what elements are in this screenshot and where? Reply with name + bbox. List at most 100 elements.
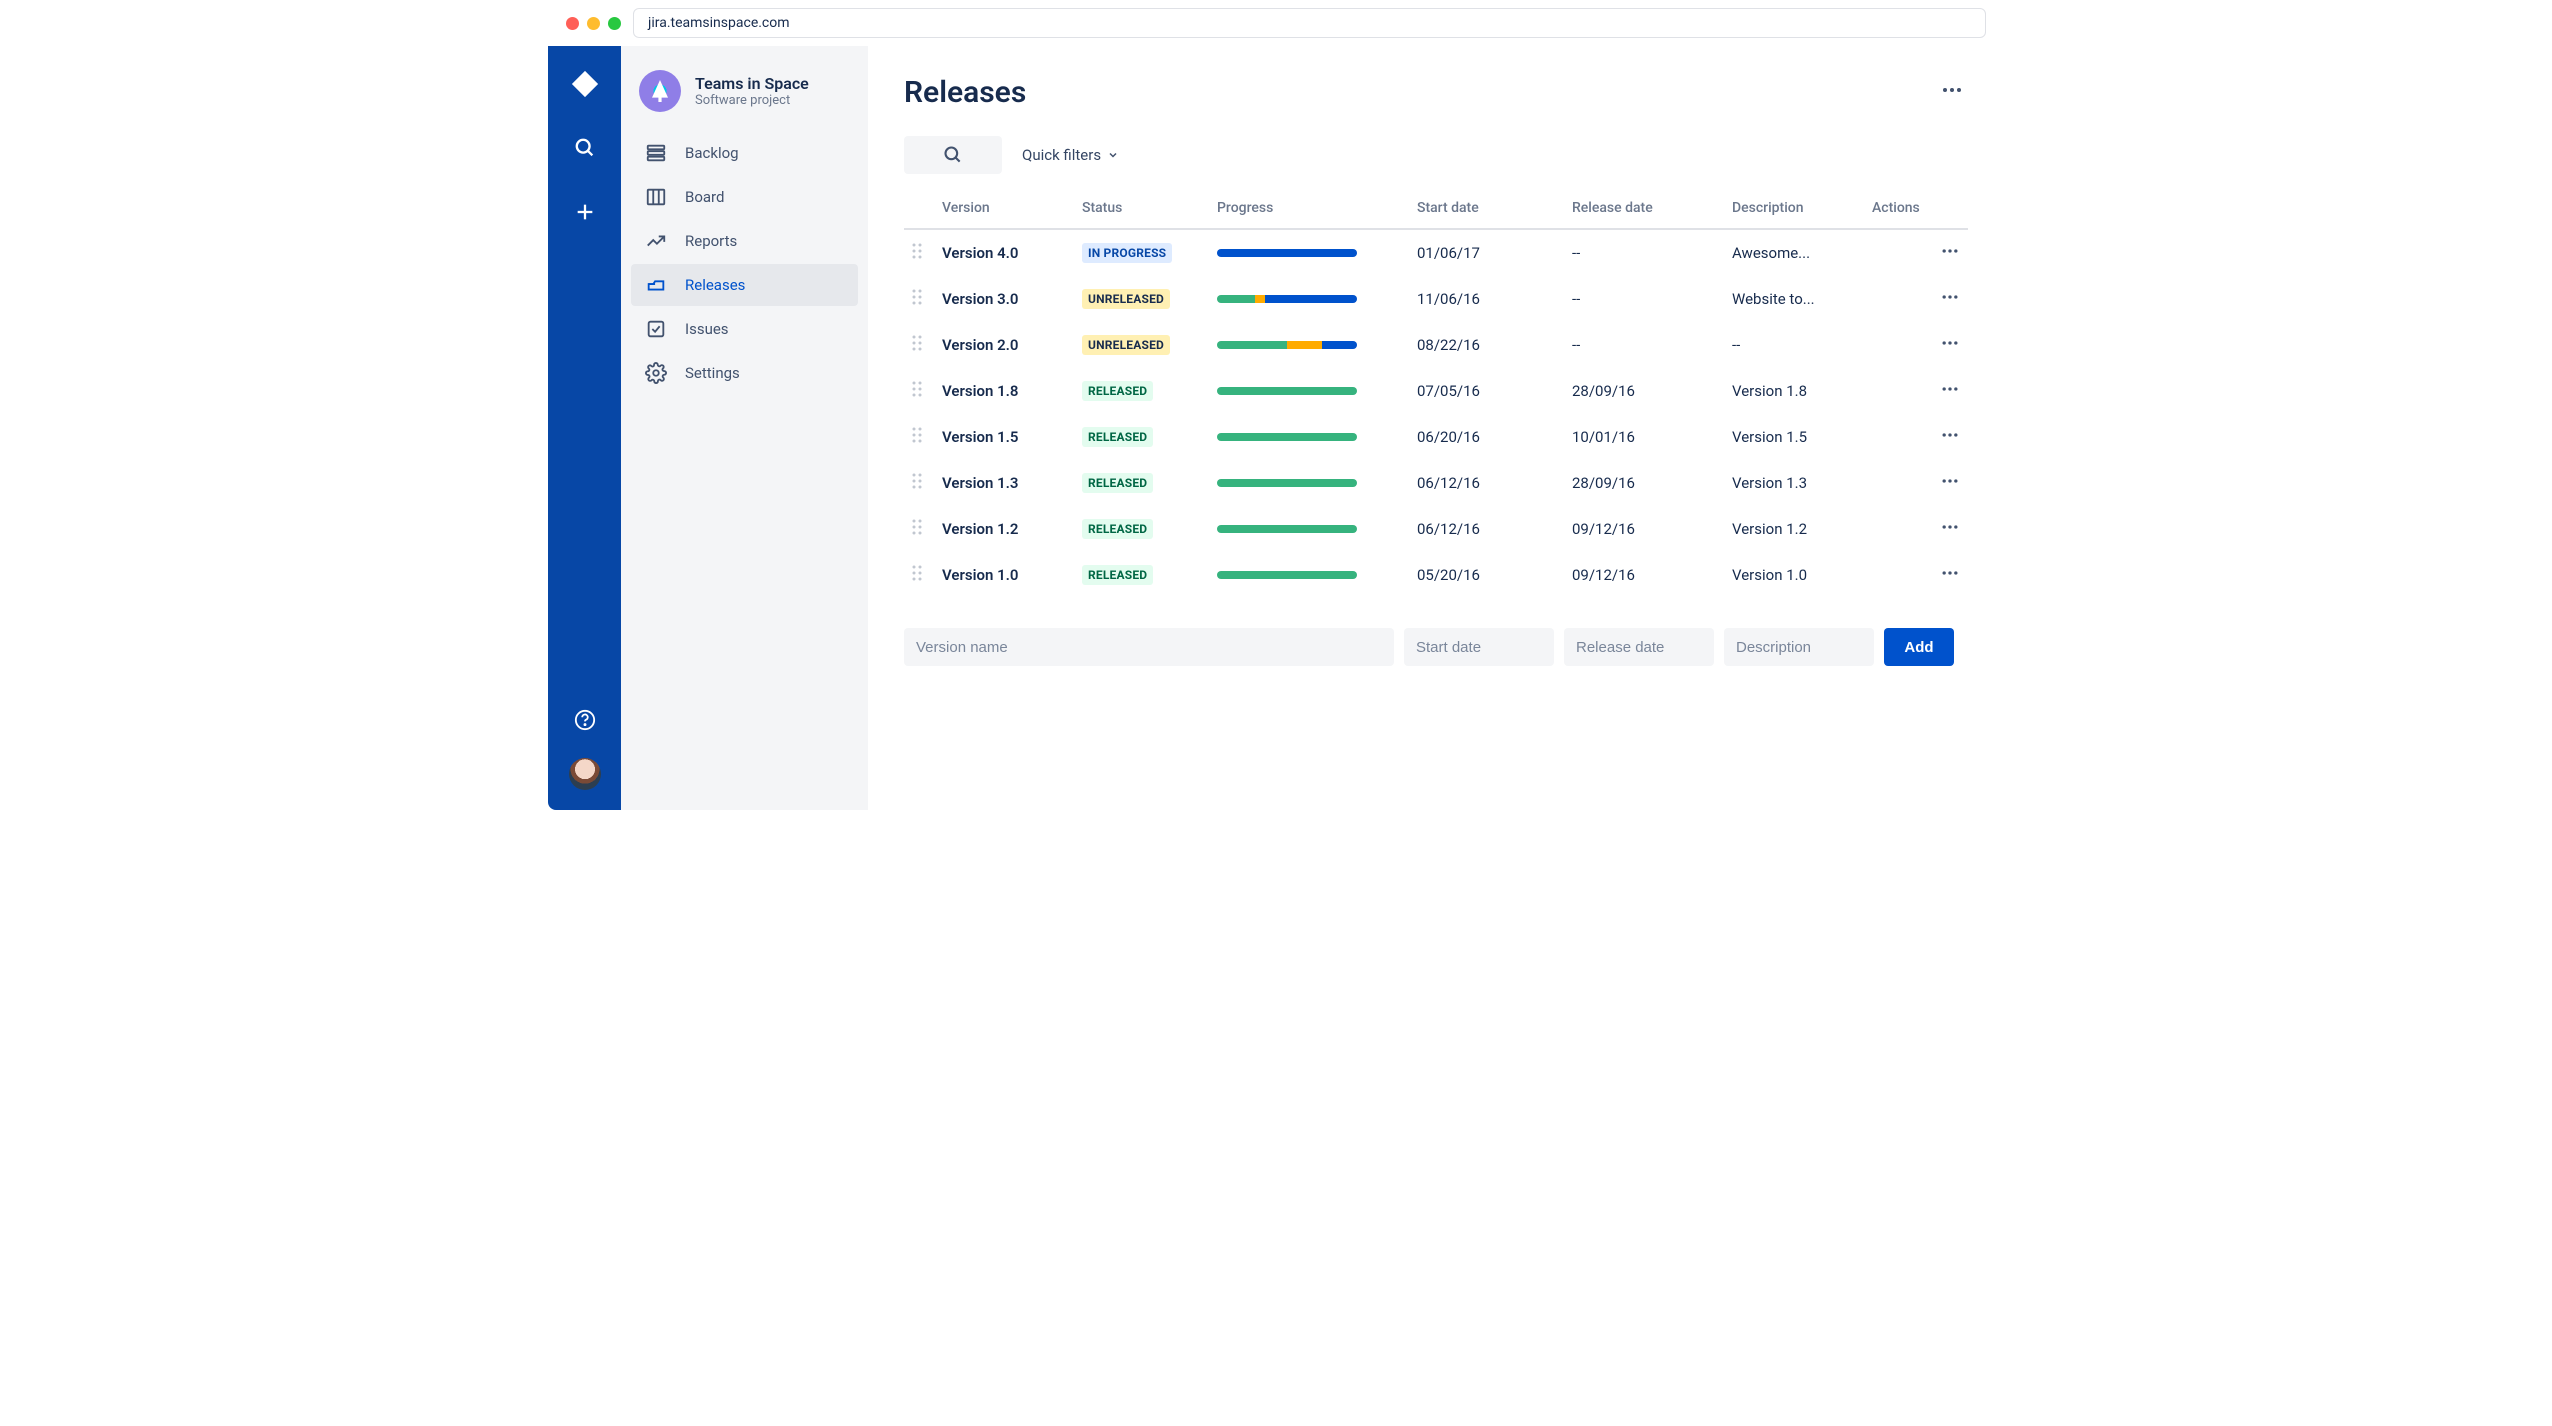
search-releases-input[interactable] xyxy=(904,136,1002,174)
sidebar-item-label: Board xyxy=(685,188,724,206)
drag-handle-icon[interactable] xyxy=(904,276,934,322)
more-actions-button[interactable] xyxy=(1936,74,1968,110)
sidebar-nav: Backlog Board ReportsReleasesIssuesSetting… xyxy=(631,132,858,394)
start-date-cell: 11/06/16 xyxy=(1409,276,1564,322)
search-icon[interactable] xyxy=(565,128,605,168)
quick-filters-label: Quick filters xyxy=(1022,146,1101,164)
table-row[interactable]: Version 1.5RELEASED06/20/1610/01/16Versi… xyxy=(904,414,1968,460)
description-cell: Version 1.0 xyxy=(1724,552,1864,598)
progress-bar xyxy=(1217,525,1357,533)
version-cell: Version 1.2 xyxy=(934,506,1074,552)
version-cell: Version 1.8 xyxy=(934,368,1074,414)
table-row[interactable]: Version 3.0 UNRELEASED 11/06/16--Website t… xyxy=(904,276,1968,322)
drag-handle-icon[interactable] xyxy=(904,460,934,506)
window-close-button[interactable] xyxy=(566,17,579,30)
start-date-cell: 05/20/16 xyxy=(1409,552,1564,598)
drag-handle-icon[interactable] xyxy=(904,229,934,276)
drag-handle-icon[interactable] xyxy=(904,552,934,598)
status-cell: RELEASED xyxy=(1074,460,1209,506)
status-cell: IN PROGRESS xyxy=(1074,229,1209,276)
table-row[interactable]: Version 1.2RELEASED06/12/1609/12/16Versi… xyxy=(904,506,1968,552)
status-badge: RELEASED xyxy=(1082,519,1153,539)
drag-handle-icon[interactable] xyxy=(904,368,934,414)
traffic-lights xyxy=(566,17,621,30)
jira-logo-icon[interactable] xyxy=(565,64,605,104)
help-icon[interactable] xyxy=(565,700,605,740)
progress-bar xyxy=(1217,479,1357,487)
col-description: Description xyxy=(1724,188,1864,229)
url-text: jira.teamsinspace.com xyxy=(648,15,790,31)
reports-icon xyxy=(645,230,667,252)
release-date-cell: -- xyxy=(1564,229,1724,276)
page-title: Releases xyxy=(904,75,1026,110)
search-icon xyxy=(943,145,963,165)
window-minimize-button[interactable] xyxy=(587,17,600,30)
sidebar-item-backlog[interactable]: Backlog xyxy=(631,132,858,174)
window-maximize-button[interactable] xyxy=(608,17,621,30)
sidebar-item-releases[interactable]: Releases xyxy=(631,264,858,306)
release-date-cell: 28/09/16 xyxy=(1564,460,1724,506)
progress-cell xyxy=(1209,322,1409,368)
row-actions-button[interactable] xyxy=(1864,276,1968,322)
table-row[interactable]: Version 2.0UNRELEASED08/22/16---- xyxy=(904,322,1968,368)
drag-handle-icon[interactable] xyxy=(904,506,934,552)
quick-filters-dropdown[interactable]: Quick filters xyxy=(1022,146,1119,164)
row-actions-button[interactable] xyxy=(1864,414,1968,460)
status-badge: RELEASED xyxy=(1082,427,1153,447)
sidebar-item-issues[interactable]: Issues xyxy=(631,308,858,350)
browser-chrome: jira.teamsinspace.com xyxy=(548,0,2004,46)
release-date-cell: -- xyxy=(1564,322,1724,368)
user-avatar[interactable] xyxy=(569,758,601,790)
col-actions: Actions xyxy=(1864,188,1968,229)
sidebar-item-reports[interactable]: Reports xyxy=(631,220,858,262)
sidebar-item-settings[interactable]: Settings xyxy=(631,352,858,394)
table-row[interactable]: Version 1.3RELEASED06/12/1628/09/16Versi… xyxy=(904,460,1968,506)
status-badge: UNRELEASED xyxy=(1082,289,1170,309)
content-header: Releases xyxy=(904,74,1968,110)
table-row[interactable]: Version 1.0RELEASED05/20/1609/12/16Versi… xyxy=(904,552,1968,598)
progress-cell xyxy=(1209,552,1409,598)
row-actions-button[interactable] xyxy=(1864,322,1968,368)
release-date-cell: -- xyxy=(1564,276,1724,322)
description-cell: Version 1.3 xyxy=(1724,460,1864,506)
row-actions-button[interactable] xyxy=(1864,552,1968,598)
table-row[interactable]: Version 1.8RELEASED07/05/1628/09/16Versi… xyxy=(904,368,1968,414)
add-button[interactable]: Add xyxy=(1884,628,1954,666)
url-bar[interactable]: jira.teamsinspace.com xyxy=(633,8,1986,38)
version-name-input[interactable] xyxy=(904,628,1394,666)
progress-bar xyxy=(1217,249,1357,257)
release-date-cell: 09/12/16 xyxy=(1564,552,1724,598)
backlog-icon xyxy=(645,142,667,164)
start-date-cell: 06/20/16 xyxy=(1409,414,1564,460)
drag-handle-icon[interactable] xyxy=(904,322,934,368)
row-actions-button[interactable] xyxy=(1864,229,1968,276)
project-avatar-icon xyxy=(639,70,681,112)
row-actions-button[interactable] xyxy=(1864,368,1968,414)
start-date-cell: 06/12/16 xyxy=(1409,460,1564,506)
release-date-cell: 10/01/16 xyxy=(1564,414,1724,460)
create-icon[interactable] xyxy=(565,192,605,232)
description-input[interactable] xyxy=(1724,628,1874,666)
table-row[interactable]: Version 4.0IN PROGRESS01/06/17--Awesome.… xyxy=(904,229,1968,276)
row-actions-button[interactable] xyxy=(1864,506,1968,552)
settings-icon xyxy=(645,362,667,384)
version-cell: Version 1.3 xyxy=(934,460,1074,506)
row-actions-button[interactable] xyxy=(1864,460,1968,506)
release-date-input[interactable] xyxy=(1564,628,1714,666)
status-cell: RELEASED xyxy=(1074,506,1209,552)
description-cell: Website to... xyxy=(1724,276,1864,322)
version-cell: Version 1.5 xyxy=(934,414,1074,460)
sidebar-item-label: Backlog xyxy=(685,144,739,162)
progress-bar xyxy=(1217,295,1357,303)
start-date-input[interactable] xyxy=(1404,628,1554,666)
col-status: Status xyxy=(1074,188,1209,229)
project-header[interactable]: Teams in Space Software project xyxy=(631,70,858,132)
drag-handle-icon[interactable] xyxy=(904,414,934,460)
status-cell: UNRELEASED xyxy=(1074,276,1209,322)
sidebar-item-board[interactable]: Board xyxy=(631,176,858,218)
version-cell: Version 3.0 xyxy=(934,276,1074,322)
status-cell: UNRELEASED xyxy=(1074,322,1209,368)
project-type: Software project xyxy=(695,93,809,108)
status-badge: RELEASED xyxy=(1082,381,1153,401)
toolbar: Quick filters xyxy=(904,136,1968,174)
